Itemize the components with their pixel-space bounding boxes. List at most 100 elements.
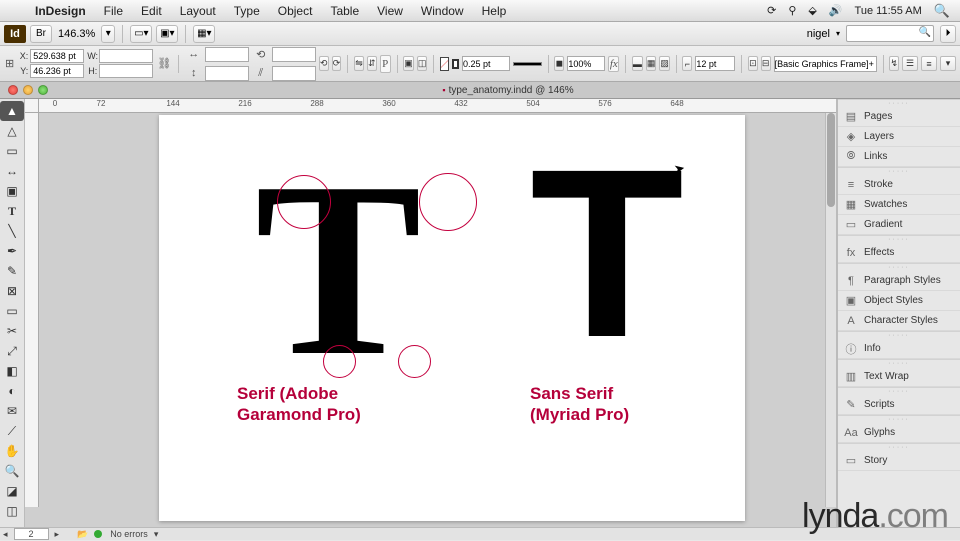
scale-y-field[interactable] xyxy=(205,66,249,81)
selection-tool[interactable]: ▲ xyxy=(0,101,24,121)
menu-help[interactable]: Help xyxy=(473,4,516,18)
vertical-ruler[interactable] xyxy=(25,113,39,507)
shear-field[interactable] xyxy=(272,66,316,81)
select-container-button[interactable]: ▣ xyxy=(403,56,414,71)
hand-tool[interactable]: ✋ xyxy=(0,441,24,461)
zoom-tool[interactable]: 🔍 xyxy=(0,461,24,481)
scroll-thumb[interactable] xyxy=(827,113,835,207)
gradient-feather-tool[interactable]: ◐ xyxy=(0,381,24,401)
free-transform-tool[interactable]: ⤢ xyxy=(0,341,24,361)
prev-spread-button[interactable]: ◂ xyxy=(3,529,8,540)
open-button[interactable]: 📂 xyxy=(77,529,88,540)
canvas[interactable]: 0 72 144 216 288 360 432 504 576 648 T T xyxy=(25,99,837,527)
control-menu-button[interactable]: ▾ xyxy=(940,56,956,71)
corner-size-field[interactable] xyxy=(695,56,735,71)
note-tool[interactable]: ✉ xyxy=(0,401,24,421)
user-label[interactable]: nigel xyxy=(807,28,830,40)
gradient-tool[interactable]: ◧ xyxy=(0,361,24,381)
fill-swatch[interactable] xyxy=(440,57,449,71)
h-field[interactable] xyxy=(99,64,153,78)
align-button[interactable]: ☰ xyxy=(902,56,918,71)
opacity-field[interactable] xyxy=(567,56,605,71)
content-collector-tool[interactable]: ▣ xyxy=(0,181,24,201)
panel-text-wrap[interactable]: ▥Text Wrap xyxy=(838,367,960,387)
horizontal-ruler[interactable]: 0 72 144 216 288 360 432 504 576 648 xyxy=(39,99,836,113)
pen-tool[interactable]: ✒ xyxy=(0,241,24,261)
panel-layers[interactable]: ◈Layers xyxy=(838,127,960,147)
rotate-ccw-button[interactable]: ⟲ xyxy=(319,56,329,71)
drop-shadow-button[interactable]: ◼ xyxy=(554,56,564,71)
scissors-tool[interactable]: ✂ xyxy=(0,321,24,341)
bluetooth-icon[interactable]: ⚲ xyxy=(788,4,796,17)
distribute-button[interactable]: ≡ xyxy=(921,56,937,71)
preflight-dropdown[interactable]: ▾ xyxy=(154,529,159,540)
eyedropper-tool[interactable]: ⟋ xyxy=(0,421,24,441)
wrap-shape-button[interactable]: ▨ xyxy=(659,56,670,71)
gap-tool[interactable]: ↔ xyxy=(0,161,24,181)
stroke-weight-field[interactable] xyxy=(462,56,510,71)
pencil-tool[interactable]: ✎ xyxy=(0,261,24,281)
preflight-status-text[interactable]: No errors xyxy=(110,529,148,539)
panel-story[interactable]: ▭Story xyxy=(838,451,960,471)
sync-icon[interactable]: ⟳ xyxy=(767,4,776,17)
panel-paragraph-styles[interactable]: ¶Paragraph Styles xyxy=(838,271,960,291)
wrap-bound-button[interactable]: ▦ xyxy=(646,56,657,71)
corner-options-button[interactable]: ⌐ xyxy=(682,56,692,71)
y-field[interactable] xyxy=(30,64,84,78)
page-number-field[interactable]: 2 xyxy=(14,528,49,540)
minimize-window-button[interactable] xyxy=(23,85,33,95)
x-field[interactable] xyxy=(30,49,84,63)
line-tool[interactable]: ╲ xyxy=(0,221,24,241)
next-spread-button[interactable]: ▸ xyxy=(55,529,60,540)
menu-file[interactable]: File xyxy=(95,4,132,18)
volume-icon[interactable]: 🔊 xyxy=(829,4,843,17)
fit-content-button[interactable]: ⊡ xyxy=(748,56,758,71)
vertical-scrollbar[interactable] xyxy=(825,113,836,507)
scale-x-field[interactable] xyxy=(205,47,249,62)
app-menu[interactable]: InDesign xyxy=(26,4,95,18)
panel-links[interactable]: ⦾Links xyxy=(838,147,960,167)
panel-effects[interactable]: fxEffects xyxy=(838,243,960,263)
rectangle-tool[interactable]: ▭ xyxy=(0,301,24,321)
rotate-cw-button[interactable]: ⟳ xyxy=(332,56,342,71)
flip-v-button[interactable]: ⇵ xyxy=(367,56,377,71)
constrain-icon[interactable]: ⛓ xyxy=(156,55,172,73)
panel-gradient[interactable]: ▭Gradient xyxy=(838,215,960,235)
ruler-origin[interactable] xyxy=(25,99,39,113)
close-window-button[interactable] xyxy=(8,85,18,95)
panel-swatches[interactable]: ▦Swatches xyxy=(838,195,960,215)
panel-stroke[interactable]: ≡Stroke xyxy=(838,175,960,195)
panel-character-styles[interactable]: ACharacter Styles xyxy=(838,311,960,331)
stroke-style-swatch[interactable] xyxy=(513,62,542,66)
type-tool[interactable]: T xyxy=(0,201,24,221)
reference-point-icon[interactable]: ⊞ xyxy=(4,55,15,73)
bridge-button[interactable]: Br xyxy=(30,25,52,43)
fx-button[interactable]: fx xyxy=(608,56,619,72)
zoom-level[interactable]: 146.3% xyxy=(56,28,97,40)
spotlight-icon[interactable]: 🔍 xyxy=(934,3,950,19)
clock[interactable]: Tue 11:55 AM xyxy=(855,5,922,17)
menu-object[interactable]: Object xyxy=(269,4,322,18)
panel-info[interactable]: ⓘInfo xyxy=(838,339,960,359)
zoom-dropdown[interactable]: ▾ xyxy=(101,25,115,43)
wifi-icon[interactable]: ⬙ xyxy=(808,4,816,17)
zoom-window-button[interactable] xyxy=(38,85,48,95)
fit-frame-button[interactable]: ⊟ xyxy=(761,56,771,71)
page-tool[interactable]: ▭ xyxy=(0,141,24,161)
w-field[interactable] xyxy=(99,49,153,63)
view-options-button[interactable]: ▭▾ xyxy=(130,25,152,43)
panel-glyphs[interactable]: AaGlyphs xyxy=(838,423,960,443)
wrap-none-button[interactable]: ▬ xyxy=(632,56,643,71)
menu-edit[interactable]: Edit xyxy=(132,4,171,18)
panel-pages[interactable]: ▤Pages xyxy=(838,107,960,127)
menu-window[interactable]: Window xyxy=(412,4,473,18)
rotate-field[interactable] xyxy=(272,47,316,62)
menu-table[interactable]: Table xyxy=(321,4,368,18)
flip-h-button[interactable]: ⇋ xyxy=(354,56,364,71)
panel-object-styles[interactable]: ▣Object Styles xyxy=(838,291,960,311)
panel-scripts[interactable]: ✎Scripts xyxy=(838,395,960,415)
panel-collapse-button[interactable]: ⏵ xyxy=(940,25,956,43)
stroke-swatch[interactable] xyxy=(452,59,459,69)
direct-selection-tool[interactable]: △ xyxy=(0,121,24,141)
menu-type[interactable]: Type xyxy=(225,4,269,18)
